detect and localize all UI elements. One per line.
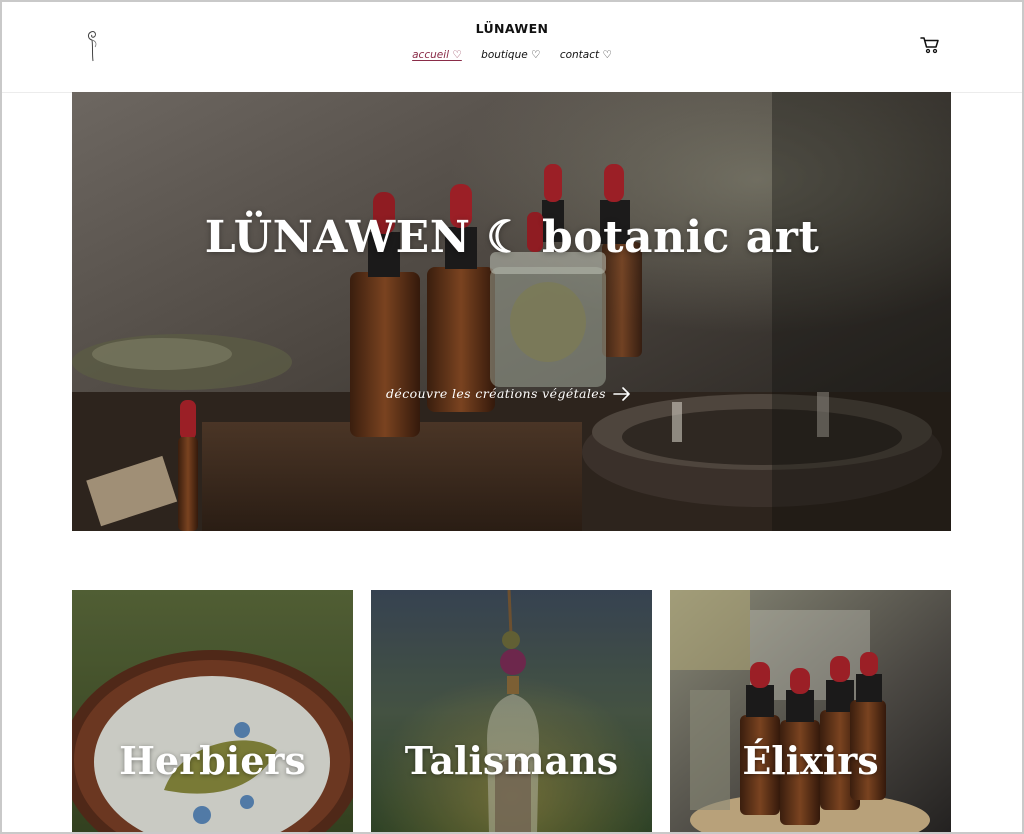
category-card-elixirs[interactable]: Élixirs [670,590,951,834]
category-card-talismans[interactable]: Talismans [371,590,652,834]
category-card-herbiers[interactable]: Herbiers [72,590,353,834]
nav-item-accueil[interactable]: accueil ♡ [412,49,462,61]
nav-item-boutique[interactable]: boutique ♡ [481,49,540,61]
hero-image [72,92,951,531]
elixirs-image [670,590,951,834]
hero-cta-label: découvre les créations végétales [386,386,606,401]
category-title-talismans: Talismans [404,738,619,783]
nav-item-contact[interactable]: contact ♡ [560,49,612,61]
hero-cta-link[interactable]: découvre les créations végétales [386,386,631,401]
cart-icon[interactable] [920,36,940,54]
site-title[interactable]: LÜNAWEN [0,21,1024,36]
category-title-elixirs: Élixirs [742,738,879,783]
talismans-image [371,590,652,834]
hero-banner [72,92,951,531]
category-title-herbiers: Herbiers [119,738,306,783]
arrow-right-icon [613,386,630,401]
herbiers-image [72,590,353,834]
hero-title: LÜNAWEN ☾ botanic art [204,212,820,263]
site-header: LÜNAWEN accueil ♡ boutique ♡ contact ♡ [0,0,1024,93]
main-nav: accueil ♡ boutique ♡ contact ♡ [0,49,1024,61]
